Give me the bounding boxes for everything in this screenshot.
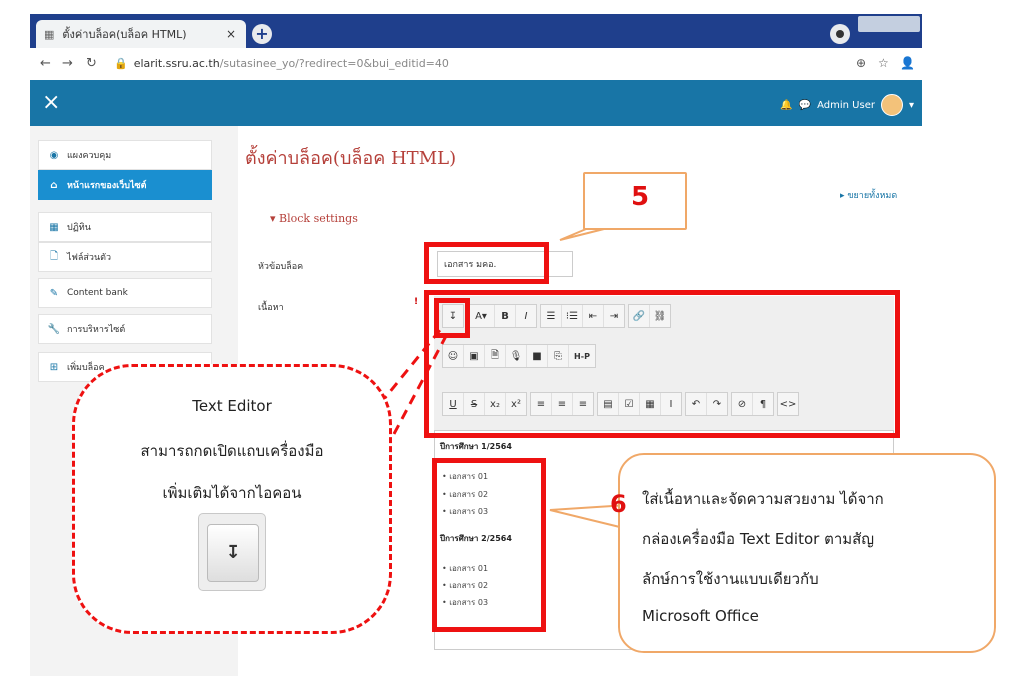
callout6-line: ลักษ์การใช้งานแบบเดียวกับ	[642, 570, 819, 588]
text-editor-tip-bubble: Text Editor สามารถกดเปิดแถบเครื่องมือ เพ…	[72, 364, 392, 634]
callout-step-6: ใส่เนื้อหาและจัดความสวยงาม ได้จาก กล่องเ…	[618, 453, 996, 653]
step-5-number: 5	[631, 182, 650, 212]
toolbar-toggle-icon: ↧	[207, 524, 259, 582]
callout6-line: ใส่เนื้อหาและจัดความสวยงาม ได้จาก	[642, 490, 884, 508]
step-6-number: 6	[610, 490, 627, 518]
callout6-line: กล่องเครื่องมือ Text Editor ตามสัญ	[642, 530, 875, 548]
callout-step-5: 5	[583, 172, 687, 230]
toolbar-toggle-illustration: ↧	[198, 513, 266, 591]
bubble-line: เพิ่มเติมได้จากไอคอน	[162, 484, 302, 502]
bubble-line: Text Editor	[192, 397, 272, 415]
bubble-line: สามารถกดเปิดแถบเครื่องมือ	[140, 442, 324, 460]
callout6-line: Microsoft Office	[642, 607, 759, 625]
